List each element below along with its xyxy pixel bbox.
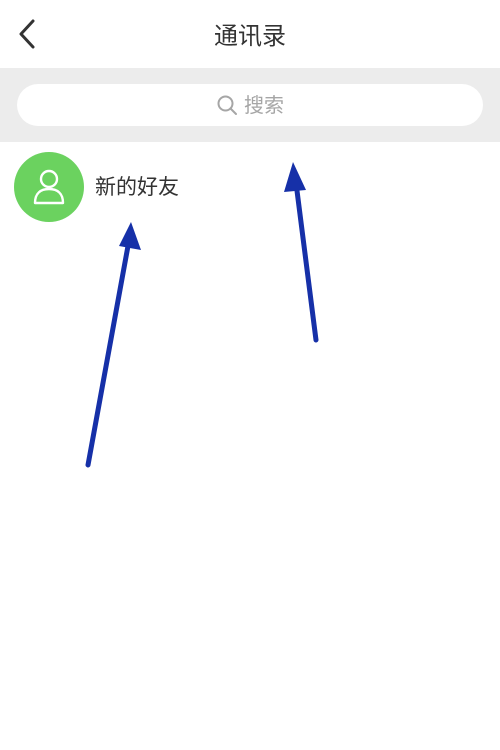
list-item-label: 新的好友 bbox=[95, 175, 179, 199]
avatar bbox=[14, 152, 84, 222]
list-item-new-friends[interactable]: 新的好友 bbox=[0, 142, 500, 238]
arrow-to-new-friends bbox=[85, 222, 141, 468]
search-input[interactable]: 搜索 bbox=[17, 84, 483, 126]
search-bar-area: 搜索 bbox=[0, 68, 500, 142]
top-bar: 通讯录 bbox=[0, 0, 500, 68]
person-icon bbox=[33, 169, 65, 205]
search-icon bbox=[217, 95, 237, 115]
page-title: 通讯录 bbox=[214, 22, 286, 50]
search-placeholder: 搜索 bbox=[244, 93, 284, 117]
